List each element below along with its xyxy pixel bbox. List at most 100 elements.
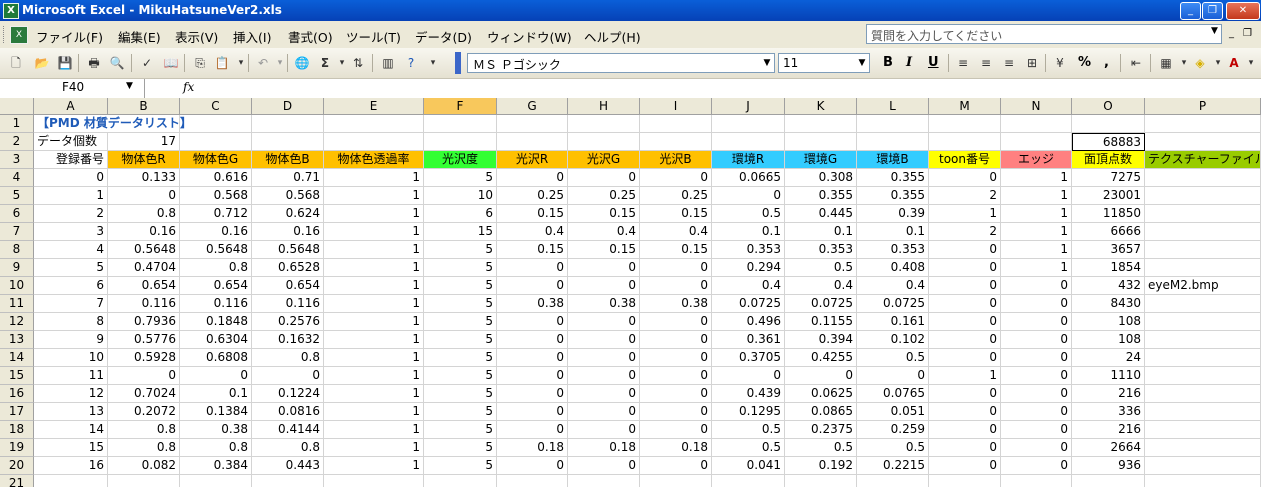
cell-p8[interactable] [1145, 241, 1261, 259]
cell-e5[interactable]: 1 [324, 187, 424, 205]
cell-b4[interactable]: 0.133 [108, 169, 180, 187]
cell-c8[interactable]: 0.5648 [180, 241, 252, 259]
row-header-12[interactable]: 12 [0, 313, 34, 331]
cell-b2[interactable]: 17 [108, 133, 180, 151]
cell-j13[interactable]: 0.361 [712, 331, 785, 349]
cell-j17[interactable]: 0.1295 [712, 403, 785, 421]
cell-b13[interactable]: 0.5776 [108, 331, 180, 349]
column-header-i[interactable]: I [640, 98, 712, 115]
cell-o14[interactable]: 24 [1072, 349, 1145, 367]
cell-g9[interactable]: 0 [497, 259, 568, 277]
cell-k6[interactable]: 0.445 [785, 205, 857, 223]
cell-j15[interactable]: 0 [712, 367, 785, 385]
insert-function-icon[interactable]: fx [183, 80, 194, 94]
row-header-15[interactable]: 15 [0, 367, 34, 385]
help-icon[interactable]: ? [403, 55, 419, 71]
cell-d14[interactable]: 0.8 [252, 349, 324, 367]
cell-o2[interactable]: 68883 [1072, 133, 1145, 151]
cell-k12[interactable]: 0.1155 [785, 313, 857, 331]
cell-p7[interactable] [1145, 223, 1261, 241]
cell-b7[interactable]: 0.16 [108, 223, 180, 241]
cell-f20[interactable]: 5 [424, 457, 497, 475]
cell-l21[interactable] [857, 475, 929, 487]
cell-l14[interactable]: 0.5 [857, 349, 929, 367]
chevron-down-icon[interactable]: ▾ [1210, 55, 1226, 71]
cell-f13[interactable]: 5 [424, 331, 497, 349]
cell-e14[interactable]: 1 [324, 349, 424, 367]
cell-l15[interactable]: 0 [857, 367, 929, 385]
cell-p16[interactable] [1145, 385, 1261, 403]
cell-p20[interactable] [1145, 457, 1261, 475]
cell-n13[interactable]: 0 [1001, 331, 1072, 349]
cell-k8[interactable]: 0.353 [785, 241, 857, 259]
column-header-j[interactable]: J [712, 98, 785, 115]
cell-n4[interactable]: 1 [1001, 169, 1072, 187]
column-header-b[interactable]: B [108, 98, 180, 115]
cell-p3[interactable]: テクスチャーファイル [1145, 151, 1261, 169]
row-header-3[interactable]: 3 [0, 151, 34, 169]
cell-e6[interactable]: 1 [324, 205, 424, 223]
cell-m16[interactable]: 0 [929, 385, 1001, 403]
cell-h12[interactable]: 0 [568, 313, 640, 331]
cell-e16[interactable]: 1 [324, 385, 424, 403]
cell-e20[interactable]: 1 [324, 457, 424, 475]
cell-f1[interactable] [424, 115, 497, 133]
cell-l6[interactable]: 0.39 [857, 205, 929, 223]
cell-d6[interactable]: 0.624 [252, 205, 324, 223]
cell-g21[interactable] [497, 475, 568, 487]
cell-p19[interactable] [1145, 439, 1261, 457]
cell-o11[interactable]: 8430 [1072, 295, 1145, 313]
cell-f7[interactable]: 15 [424, 223, 497, 241]
cell-a11[interactable]: 7 [34, 295, 108, 313]
cell-e15[interactable]: 1 [324, 367, 424, 385]
cell-g10[interactable]: 0 [497, 277, 568, 295]
cell-k3[interactable]: 環境G [785, 151, 857, 169]
cell-m15[interactable]: 1 [929, 367, 1001, 385]
cell-o9[interactable]: 1854 [1072, 259, 1145, 277]
cell-l17[interactable]: 0.051 [857, 403, 929, 421]
column-header-c[interactable]: C [180, 98, 252, 115]
cell-d10[interactable]: 0.654 [252, 277, 324, 295]
menu-tools[interactable]: ツール(T) [346, 27, 401, 46]
cell-m8[interactable]: 0 [929, 241, 1001, 259]
cell-k4[interactable]: 0.308 [785, 169, 857, 187]
chevron-down-icon[interactable]: ▼ [1211, 26, 1218, 36]
row-header-14[interactable]: 14 [0, 349, 34, 367]
chevron-down-icon[interactable]: ▾ [272, 55, 288, 71]
cell-i4[interactable]: 0 [640, 169, 712, 187]
cell-m19[interactable]: 0 [929, 439, 1001, 457]
cell-d9[interactable]: 0.6528 [252, 259, 324, 277]
cell-i16[interactable]: 0 [640, 385, 712, 403]
sort-ascending-icon[interactable]: ⇅ [350, 55, 366, 71]
spellcheck-icon[interactable]: ✓ [139, 55, 155, 71]
cell-f12[interactable]: 5 [424, 313, 497, 331]
row-header-7[interactable]: 7 [0, 223, 34, 241]
cell-o15[interactable]: 1110 [1072, 367, 1145, 385]
cell-k19[interactable]: 0.5 [785, 439, 857, 457]
menu-edit[interactable]: 編集(E) [118, 27, 161, 46]
cell-c13[interactable]: 0.6304 [180, 331, 252, 349]
cell-b8[interactable]: 0.5648 [108, 241, 180, 259]
cell-c7[interactable]: 0.16 [180, 223, 252, 241]
cell-j16[interactable]: 0.439 [712, 385, 785, 403]
cell-i3[interactable]: 光沢B [640, 151, 712, 169]
cell-g14[interactable]: 0 [497, 349, 568, 367]
cell-f18[interactable]: 5 [424, 421, 497, 439]
cell-f11[interactable]: 5 [424, 295, 497, 313]
cell-k13[interactable]: 0.394 [785, 331, 857, 349]
cell-m12[interactable]: 0 [929, 313, 1001, 331]
cell-o16[interactable]: 216 [1072, 385, 1145, 403]
cell-l13[interactable]: 0.102 [857, 331, 929, 349]
chevron-down-icon[interactable]: ▾ [1176, 55, 1192, 71]
chevron-down-icon[interactable]: ▼ [761, 55, 773, 71]
currency-icon[interactable]: ¥ [1052, 55, 1068, 71]
cell-c5[interactable]: 0.568 [180, 187, 252, 205]
cell-j20[interactable]: 0.041 [712, 457, 785, 475]
column-header-e[interactable]: E [324, 98, 424, 115]
cell-d16[interactable]: 0.1224 [252, 385, 324, 403]
cell-h11[interactable]: 0.38 [568, 295, 640, 313]
cell-h9[interactable]: 0 [568, 259, 640, 277]
cell-m1[interactable] [929, 115, 1001, 133]
cell-a21[interactable] [34, 475, 108, 487]
cell-o17[interactable]: 336 [1072, 403, 1145, 421]
